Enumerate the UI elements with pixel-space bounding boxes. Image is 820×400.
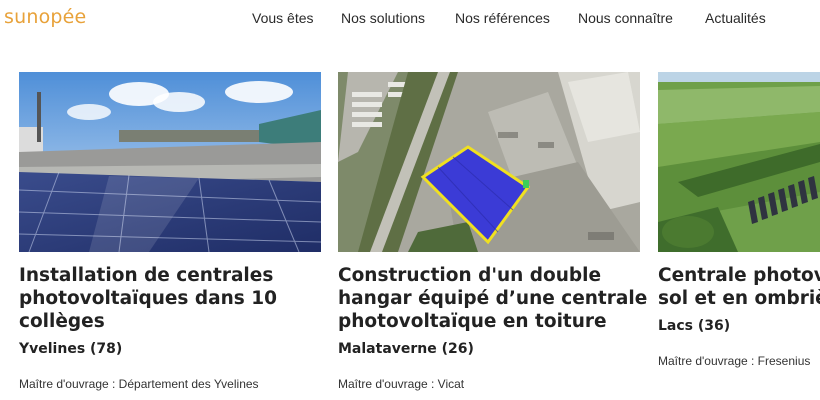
card-owner: Maître d'ouvrage : Département des Yveli… (19, 377, 259, 391)
nav-item-vous-etes[interactable]: Vous êtes (252, 10, 314, 26)
card-title-line: Construction d'un double (338, 265, 602, 286)
reference-card-lacs[interactable]: Centrale photov sol et en ombrièr Lacs (… (658, 72, 820, 400)
card-photo-solar-panels[interactable] (19, 72, 321, 252)
card-title-line: collèges (19, 311, 105, 332)
solar-rooftop-photo (19, 72, 321, 252)
card-title-line: Installation de centrales (19, 265, 274, 286)
card-photo-aerial-hangar[interactable] (338, 72, 640, 252)
card-title-line: photovoltaïque en toiture (338, 311, 607, 332)
nav-item-nous-connaitre[interactable]: Nous connaître (578, 10, 673, 26)
card-title-line: hangar équipé d’une centrale (338, 288, 648, 309)
nav-item-nos-references[interactable]: Nos références (455, 10, 550, 26)
card-location: Yvelines (78) (19, 341, 123, 357)
card-owner: Maître d'ouvrage : Fresenius (658, 354, 811, 368)
card-owner: Maître d'ouvrage : Vicat (338, 377, 465, 391)
card-title[interactable]: Construction d'un double hangar équipé d… (338, 264, 648, 333)
card-title[interactable]: Centrale photov sol et en ombrièr (658, 264, 820, 310)
card-location: Malataverne (26) (338, 341, 474, 357)
card-title-line: Centrale photov (658, 265, 820, 286)
nav-item-actualites[interactable]: Actualités (705, 10, 766, 26)
card-photo-ground-solar[interactable] (658, 72, 820, 252)
site-header: sunopée Vous êtes Nos solutions Nos réfé… (0, 0, 820, 36)
card-title[interactable]: Installation de centrales photovoltaïque… (19, 264, 329, 333)
card-title-line: photovoltaïques dans 10 (19, 288, 277, 309)
nav-item-nos-solutions[interactable]: Nos solutions (341, 10, 425, 26)
ground-solar-photo (658, 72, 820, 252)
card-title-line: sol et en ombrièr (658, 288, 820, 309)
card-location: Lacs (36) (658, 318, 731, 334)
site-logo[interactable]: sunopée (4, 6, 86, 28)
aerial-hangar-photo (338, 72, 640, 252)
